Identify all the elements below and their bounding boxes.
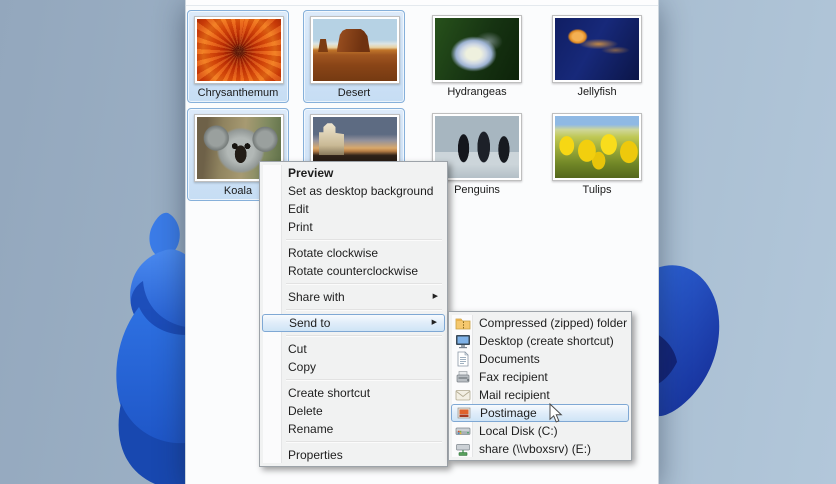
menu-separator: [286, 239, 442, 241]
submenu-item-fax-recipient[interactable]: Fax recipient: [451, 368, 629, 386]
thumbnail-frame: [552, 15, 642, 83]
hydrangeas-thumbnail: [435, 18, 519, 80]
submenu-item-compressed-folder[interactable]: Compressed (zipped) folder: [451, 314, 629, 332]
file-item-desert[interactable]: Desert: [303, 10, 405, 103]
lighthouse-building-shape: [318, 123, 345, 156]
wallpaper-bloom-left: [116, 212, 186, 484]
menu-item-edit[interactable]: Edit: [262, 200, 445, 218]
menu-separator: [286, 309, 442, 311]
file-item-label: Desert: [337, 87, 371, 99]
menu-item-rotate-clockwise[interactable]: Rotate clockwise: [262, 244, 445, 262]
submenu-arrow-icon: ▶: [431, 319, 437, 326]
submenu-arrow-icon: ▶: [432, 293, 438, 300]
desert-mesa-shape: [318, 38, 329, 53]
menu-item-cut[interactable]: Cut: [262, 340, 445, 358]
zipped-folder-icon: [455, 318, 471, 330]
menu-item-send-to[interactable]: Send to ▶: [262, 314, 445, 332]
file-item-label: Hydrangeas: [447, 86, 507, 98]
file-item-label: Chrysanthemum: [197, 87, 279, 99]
local-disk-icon: [455, 427, 471, 435]
menu-item-share-with[interactable]: Share with ▶: [262, 288, 445, 306]
menu-item-copy[interactable]: Copy: [262, 358, 445, 376]
thumbnail-frame: [310, 16, 400, 84]
mail-icon: [455, 390, 471, 401]
desert-thumbnail: [313, 19, 397, 81]
file-item-label: Jellyfish: [577, 86, 617, 98]
chrysanthemum-thumbnail: [197, 19, 281, 81]
file-item-jellyfish[interactable]: Jellyfish: [546, 10, 648, 103]
wallpaper-bloom-right: [657, 265, 720, 417]
menu-separator: [286, 283, 442, 285]
desktop-icon: [456, 335, 470, 349]
submenu-item-postimage[interactable]: Postimage: [451, 404, 629, 422]
tulips-thumbnail: [555, 116, 639, 178]
file-item-hydrangeas[interactable]: Hydrangeas: [426, 10, 528, 103]
menu-separator: [286, 441, 442, 443]
thumbnail-frame: [432, 15, 522, 83]
thumbnail-frame: [194, 16, 284, 84]
menu-item-set-as-desktop-background[interactable]: Set as desktop background: [262, 182, 445, 200]
desert-butte-shape: [336, 28, 371, 53]
menu-item-delete[interactable]: Delete: [262, 402, 445, 420]
menu-item-rotate-counterclockwise[interactable]: Rotate counterclockwise: [262, 262, 445, 280]
file-item-label: Tulips: [582, 184, 612, 196]
menu-item-preview[interactable]: Preview: [262, 164, 445, 182]
send-to-submenu: Compressed (zipped) folder Desktop (crea…: [448, 311, 632, 461]
mouse-cursor: [549, 403, 563, 423]
desktop: Chrysanthemum Desert Hydrangeas Jellyfis…: [0, 0, 836, 484]
jellyfish-thumbnail: [555, 18, 639, 80]
postimage-icon: [457, 407, 471, 419]
file-item-chrysanthemum[interactable]: Chrysanthemum: [187, 10, 289, 103]
fax-icon: [456, 371, 470, 383]
menu-item-properties[interactable]: Properties: [262, 446, 445, 464]
documents-icon: [457, 351, 469, 367]
submenu-item-desktop[interactable]: Desktop (create shortcut): [451, 332, 629, 350]
toolbar-strip: [186, 0, 658, 6]
menu-separator: [286, 379, 442, 381]
submenu-item-documents[interactable]: Documents: [451, 350, 629, 368]
submenu-item-local-disk-c[interactable]: Local Disk (C:): [451, 422, 629, 440]
menu-separator: [286, 335, 442, 337]
thumbnail-frame: [552, 113, 642, 181]
menu-item-print[interactable]: Print: [262, 218, 445, 236]
submenu-item-share-vboxsrv[interactable]: share (\\vboxsrv) (E:): [451, 440, 629, 458]
menu-item-rename[interactable]: Rename: [262, 420, 445, 438]
file-item-tulips[interactable]: Tulips: [546, 108, 648, 201]
network-drive-icon: [456, 444, 470, 456]
submenu-item-mail-recipient[interactable]: Mail recipient: [451, 386, 629, 404]
context-menu: Preview Set as desktop background Edit P…: [259, 161, 448, 467]
menu-item-create-shortcut[interactable]: Create shortcut: [262, 384, 445, 402]
